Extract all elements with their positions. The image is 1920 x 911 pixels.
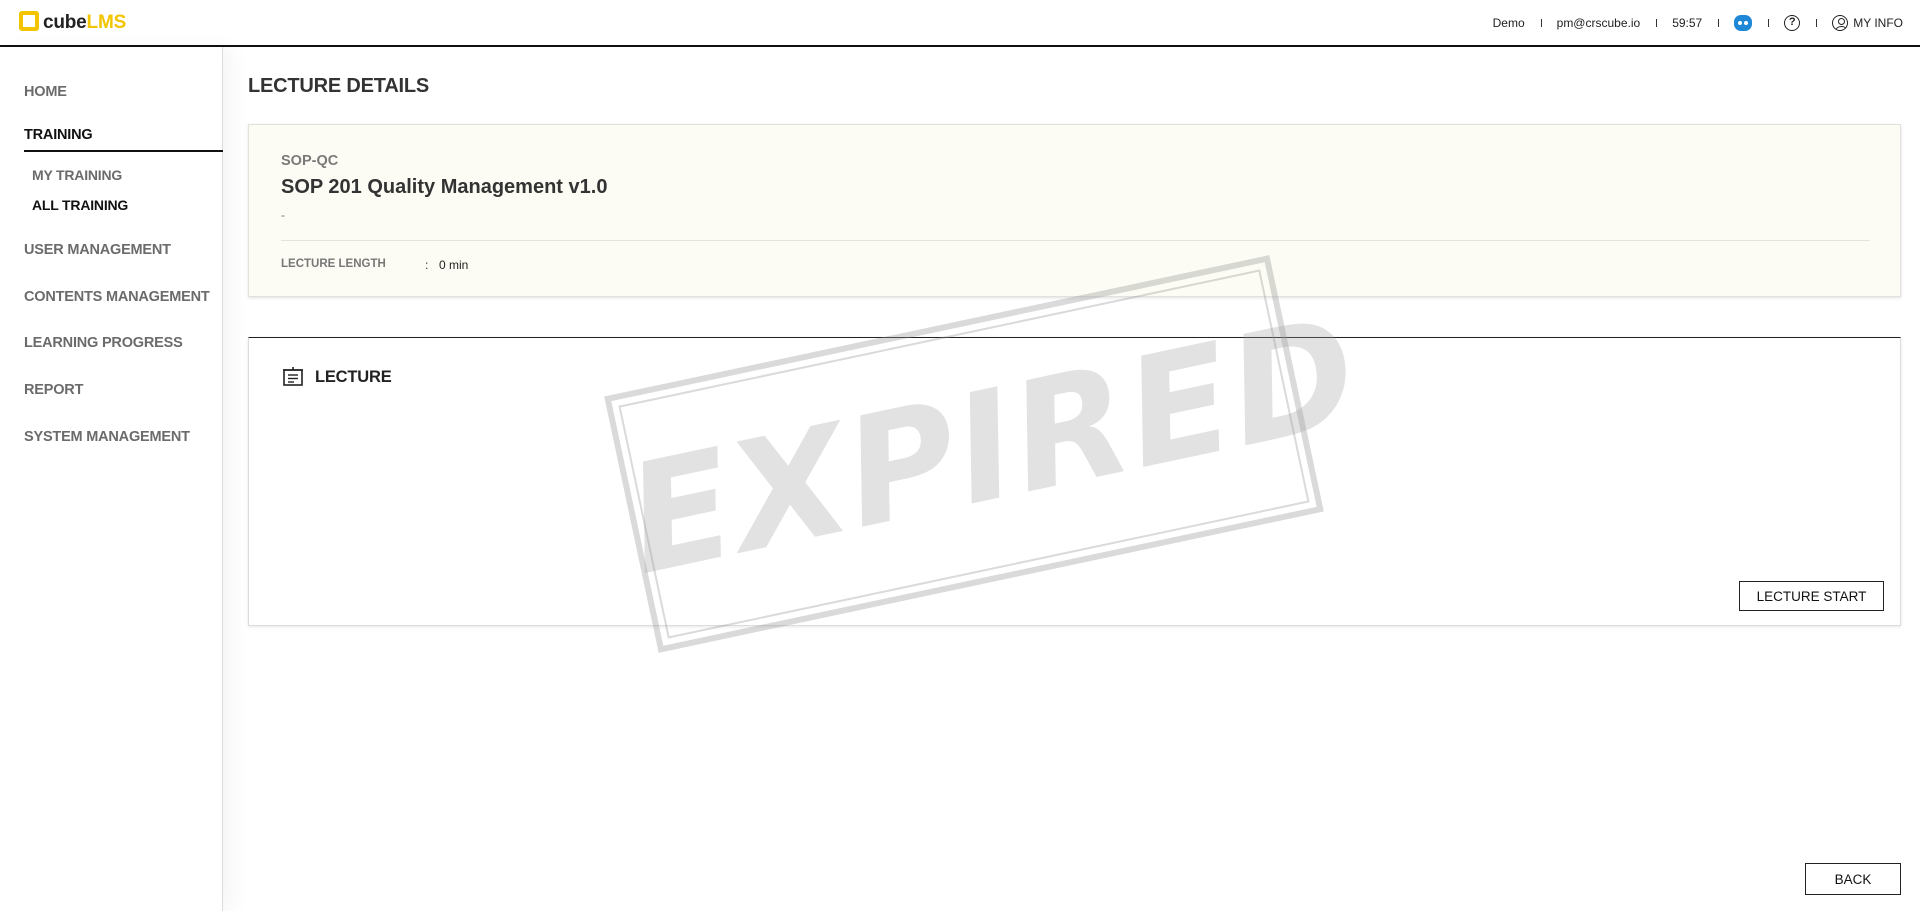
separator (1656, 18, 1658, 27)
sidebar: HOME TRAINING MY TRAINING ALL TRAINING U… (0, 47, 223, 911)
sidebar-item-system-management[interactable]: SYSTEM MANAGEMENT (24, 429, 190, 445)
sidebar-item-training[interactable]: TRAINING (24, 127, 93, 143)
session-timer[interactable]: 59:57 (1672, 16, 1702, 30)
lecture-length-label: LECTURE LENGTH (281, 258, 386, 270)
logo-lms-text: LMS (86, 11, 127, 33)
chatbot-button[interactable] (1734, 14, 1753, 31)
separator (1540, 18, 1542, 27)
page-title: LECTURE DETAILS (248, 75, 430, 97)
lecture-section: LECTURE LECTURE START (248, 337, 1901, 626)
sidebar-subitem-all-training[interactable]: ALL TRAINING (32, 197, 128, 213)
lecture-board-icon (282, 366, 304, 388)
separator (1718, 18, 1720, 27)
separator (1768, 18, 1770, 27)
course-description: - (281, 208, 285, 222)
sidebar-subitem-my-training[interactable]: MY TRAINING (32, 167, 122, 183)
sidebar-item-report[interactable]: REPORT (24, 382, 83, 398)
lecture-length-value: 0 min (439, 258, 469, 272)
logo-square-icon (19, 10, 39, 31)
logo-cube-text: cube (43, 11, 87, 33)
help-circle-icon: ? (1784, 14, 1801, 31)
sidebar-item-learning-progress[interactable]: LEARNING PROGRESS (24, 335, 183, 351)
lecture-start-button[interactable]: LECTURE START (1739, 581, 1884, 611)
sidebar-item-contents-management[interactable]: CONTENTS MANAGEMENT (24, 289, 210, 305)
header-utility-bar: Demo pm@crscube.io 59:57 ? MY INFO (1493, 0, 1903, 46)
lecture-title: LECTURE (315, 367, 392, 386)
chatbot-icon (1734, 14, 1753, 31)
environment-label: Demo (1492, 15, 1525, 30)
lecture-header: LECTURE (282, 366, 392, 388)
separator (1816, 18, 1818, 27)
card-divider (281, 240, 1870, 241)
active-nav-underline (24, 150, 223, 152)
app-logo[interactable]: cube LMS (19, 0, 126, 46)
top-header: cube LMS Demo pm@crscube.io 59:57 ? MY I… (0, 0, 1920, 47)
sidebar-item-home[interactable]: HOME (24, 84, 67, 100)
course-code: SOP-QC (281, 153, 339, 169)
back-button[interactable]: BACK (1805, 863, 1901, 895)
course-info-card: SOP-QC SOP 201 Quality Management v1.0 -… (248, 124, 1901, 297)
user-circle-icon (1832, 14, 1849, 31)
course-name: SOP 201 Quality Management v1.0 (281, 176, 608, 198)
user-email: pm@crscube.io (1556, 15, 1641, 30)
sidebar-item-user-management[interactable]: USER MANAGEMENT (24, 242, 171, 258)
my-info-label: MY INFO (1853, 15, 1903, 30)
my-info-button[interactable]: MY INFO (1832, 14, 1903, 31)
help-button[interactable]: ? (1784, 14, 1801, 31)
lecture-length-colon: : (425, 258, 429, 272)
